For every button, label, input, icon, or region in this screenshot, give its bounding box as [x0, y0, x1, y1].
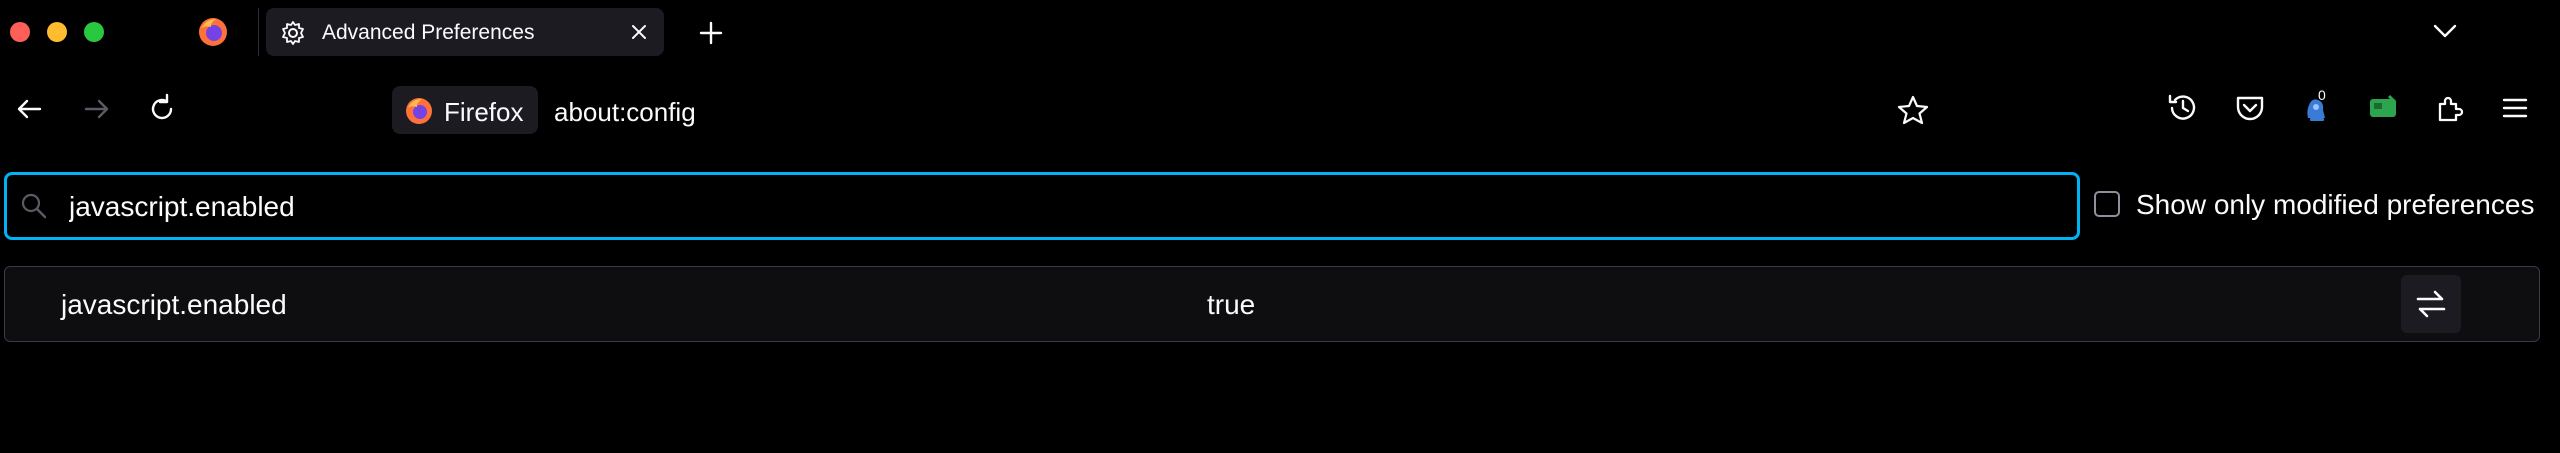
navigation-toolbar: Firefox about:config 0 — [0, 64, 2560, 154]
search-input[interactable] — [67, 187, 2051, 227]
table-row[interactable]: javascript.enabled true — [4, 266, 2540, 342]
url-text[interactable]: about:config — [554, 97, 696, 128]
tab-separator — [258, 8, 259, 56]
gear-icon — [282, 21, 304, 45]
tab-advanced-preferences[interactable]: Advanced Preferences — [266, 8, 664, 56]
identity-box[interactable]: Firefox — [392, 86, 538, 134]
extensions-puzzle-icon[interactable] — [2432, 90, 2468, 126]
forward-arrow-icon[interactable] — [80, 92, 114, 126]
show-modified-label[interactable]: Show only modified preferences — [2136, 189, 2534, 221]
reload-icon[interactable] — [145, 92, 179, 126]
preference-value[interactable]: true — [1207, 289, 1255, 321]
pinned-tab-firefox[interactable] — [196, 15, 230, 49]
show-modified-checkbox[interactable] — [2094, 191, 2120, 217]
notification-extension-icon[interactable] — [2298, 90, 2334, 126]
firefox-logo-icon — [199, 18, 227, 46]
preference-search-box[interactable] — [4, 172, 2080, 240]
toggle-arrows-icon — [2416, 290, 2446, 318]
identity-label: Firefox — [444, 97, 524, 127]
green-extension-icon[interactable] — [2365, 90, 2401, 126]
minimize-window-icon[interactable] — [47, 22, 67, 42]
toggle-button[interactable] — [2401, 275, 2461, 333]
url-bar[interactable]: Firefox about:config — [380, 84, 1950, 136]
tab-title: Advanced Preferences — [322, 21, 535, 44]
tab-strip: Advanced Preferences — [0, 0, 2560, 64]
new-tab-plus-icon[interactable] — [696, 18, 726, 48]
firefox-logo-icon — [406, 98, 432, 124]
bookmark-star-icon[interactable] — [1896, 94, 1930, 126]
notification-count-badge: 0 — [2318, 87, 2326, 103]
close-window-icon[interactable] — [10, 22, 30, 42]
preference-name: javascript.enabled — [61, 289, 287, 320]
hamburger-menu-icon[interactable] — [2497, 90, 2533, 126]
pocket-icon[interactable] — [2232, 90, 2268, 126]
search-icon — [21, 193, 47, 219]
history-icon[interactable] — [2165, 90, 2201, 126]
close-tab-icon[interactable] — [628, 21, 650, 43]
back-arrow-icon[interactable] — [12, 92, 46, 126]
about-config-page: Show only modified preferences javascrip… — [0, 154, 2560, 453]
chevron-down-icon[interactable] — [2430, 18, 2460, 44]
zoom-window-icon[interactable] — [84, 22, 104, 42]
